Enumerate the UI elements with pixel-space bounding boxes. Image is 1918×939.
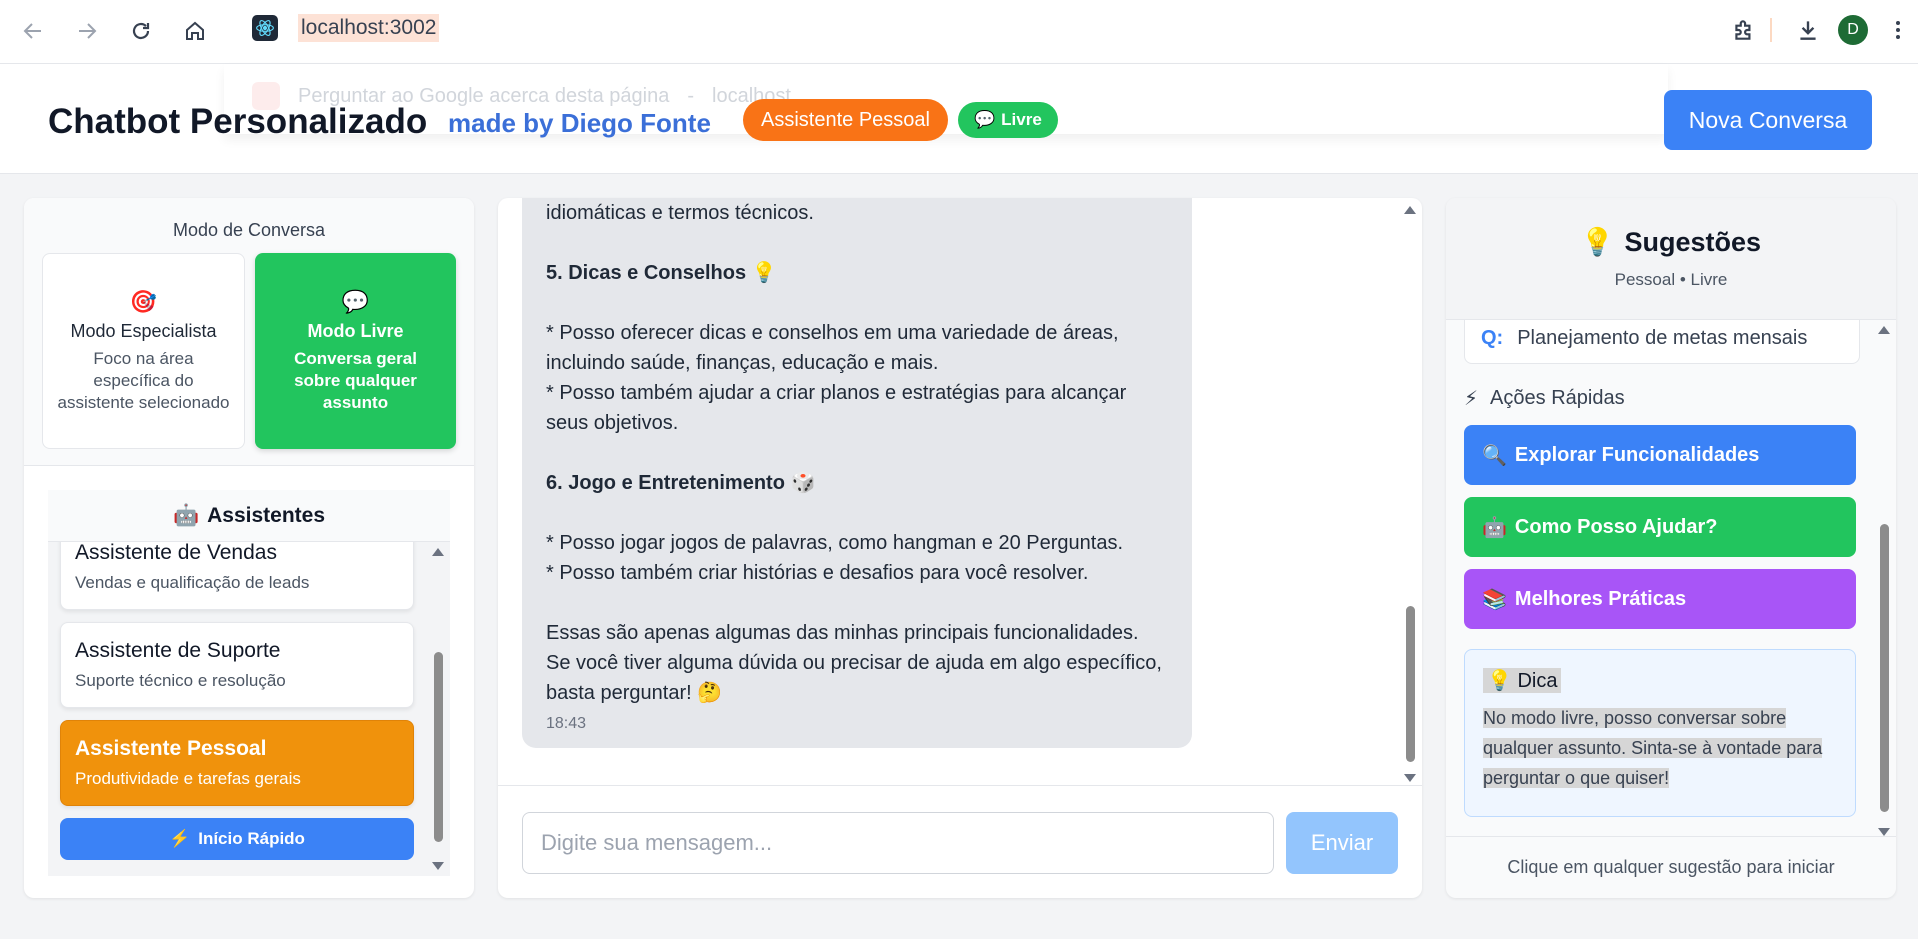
lightning-icon: ⚡ — [1464, 388, 1479, 410]
lightbulb-icon: 💡 — [1580, 227, 1615, 257]
scroll-up-icon[interactable] — [1404, 206, 1416, 214]
left-panel: Modo de Conversa 🎯 Modo Especialista Foc… — [24, 198, 474, 898]
assistant-card-personal[interactable]: Assistente Pessoal Produtividade e taref… — [60, 720, 414, 806]
chat-messages: idiomáticas e termos técnicos. 5. Dicas … — [498, 198, 1422, 786]
suggestions-scrollbar[interactable] — [1878, 326, 1890, 836]
scroll-thumb[interactable] — [1880, 524, 1889, 812]
scroll-down-icon[interactable] — [1878, 828, 1890, 836]
suggestions-header: 💡 Sugestões Pessoal • Livre — [1446, 198, 1896, 320]
scroll-up-icon[interactable] — [1878, 326, 1890, 334]
download-icon[interactable] — [1788, 12, 1828, 48]
home-icon[interactable] — [180, 16, 210, 46]
assistant-badge: Assistente Pessoal — [743, 99, 948, 141]
reload-icon[interactable] — [126, 16, 156, 46]
assistants-title: 🤖 Assistentes — [48, 490, 450, 542]
quick-start-button[interactable]: ⚡ Início Rápido — [60, 818, 414, 860]
app-title: Chatbot Personalizado — [48, 102, 428, 141]
books-icon: 📚 — [1482, 588, 1507, 611]
tip-text: No modo livre, posso conversar sobre qua… — [1483, 708, 1823, 788]
browser-toolbar: localhost:3002 D — [0, 0, 1918, 64]
message-timestamp: 18:43 — [546, 715, 587, 732]
scroll-thumb[interactable] — [1406, 606, 1415, 762]
suggested-question[interactable]: Q: Planejamento de metas mensais — [1464, 320, 1860, 364]
scroll-up-icon[interactable] — [432, 548, 444, 556]
assistant-card-sales[interactable]: Assistente de Vendas Vendas e qualificaç… — [60, 542, 414, 610]
message-input[interactable] — [522, 812, 1274, 874]
tip-card: 💡 Dica No modo livre, posso conversar so… — [1464, 649, 1856, 817]
scroll-thumb[interactable] — [434, 652, 443, 842]
back-icon[interactable] — [18, 16, 48, 46]
lightbulb-icon: 💡 — [1487, 670, 1512, 692]
send-button[interactable]: Enviar — [1286, 812, 1398, 874]
dice-icon: 🎲 — [790, 472, 816, 494]
suggestions-footer: Clique em qualquer sugestão para iniciar — [1446, 836, 1896, 898]
free-mode-card[interactable]: 💬 Modo Livre Conversa geral sobre qualqu… — [255, 253, 456, 449]
robot-icon: 🤖 — [1482, 516, 1507, 539]
new-chat-button[interactable]: Nova Conversa — [1664, 90, 1872, 150]
suggestions-panel: 💡 Sugestões Pessoal • Livre Q: Planejame… — [1446, 198, 1896, 898]
assistants-list: Assistente de Vendas Vendas e qualificaç… — [48, 542, 450, 876]
suggestions-subtitle: Pessoal • Livre — [1614, 270, 1728, 289]
lightbulb-icon: 💡 — [751, 262, 777, 284]
lightning-icon: ⚡ — [169, 829, 191, 848]
profile-avatar[interactable]: D — [1838, 15, 1868, 45]
speech-bubble-icon: 💬 — [974, 110, 996, 129]
scroll-down-icon[interactable] — [432, 862, 444, 870]
url-text[interactable]: localhost:3002 — [298, 14, 440, 42]
chat-panel: idiomáticas e termos técnicos. 5. Dicas … — [498, 198, 1422, 898]
suggestions-body: Q: Planejamento de metas mensais ⚡ Ações… — [1446, 320, 1896, 836]
scroll-down-icon[interactable] — [1404, 774, 1416, 782]
best-practices-button[interactable]: 📚 Melhores Práticas — [1464, 569, 1856, 629]
forward-icon[interactable] — [72, 16, 102, 46]
specialist-mode-card[interactable]: 🎯 Modo Especialista Foco na área específ… — [42, 253, 245, 449]
chat-input-row: Enviar — [522, 812, 1398, 874]
toolbar-separator — [1770, 18, 1772, 42]
explore-features-button[interactable]: 🔍 Explorar Funcionalidades — [1464, 425, 1856, 485]
made-by-label: made by Diego Fonte — [448, 108, 711, 138]
assistants-scrollbar[interactable] — [432, 548, 444, 870]
thinking-face-icon: 🤔 — [697, 682, 723, 704]
mode-title: Modo de Conversa — [172, 220, 326, 240]
more-menu-icon[interactable] — [1878, 12, 1918, 48]
assistants-section: 🤖 Assistentes Assistente de Vendas Venda… — [48, 490, 450, 876]
quick-actions-title: ⚡ Ações Rápidas — [1464, 387, 1625, 410]
assistant-message: idiomáticas e termos técnicos. 5. Dicas … — [522, 198, 1192, 748]
target-icon: 🎯 — [129, 288, 158, 314]
react-favicon-icon — [252, 15, 278, 41]
assistant-card-support[interactable]: Assistente de Suporte Suporte técnico e … — [60, 622, 414, 708]
robot-icon: 🤖 — [172, 503, 200, 527]
mode-selector: Modo de Conversa 🎯 Modo Especialista Foc… — [24, 198, 474, 466]
mode-badge: 💬 Livre — [958, 102, 1058, 138]
extensions-icon[interactable] — [1724, 12, 1764, 48]
magnifier-icon: 🔍 — [1482, 444, 1507, 467]
how-can-i-help-button[interactable]: 🤖 Como Posso Ajudar? — [1464, 497, 1856, 557]
chat-scrollbar[interactable] — [1404, 206, 1416, 782]
suggestions-title: Sugestões — [1624, 226, 1762, 257]
speech-bubble-icon: 💬 — [341, 288, 370, 314]
address-bar[interactable]: localhost:3002 — [252, 14, 440, 42]
